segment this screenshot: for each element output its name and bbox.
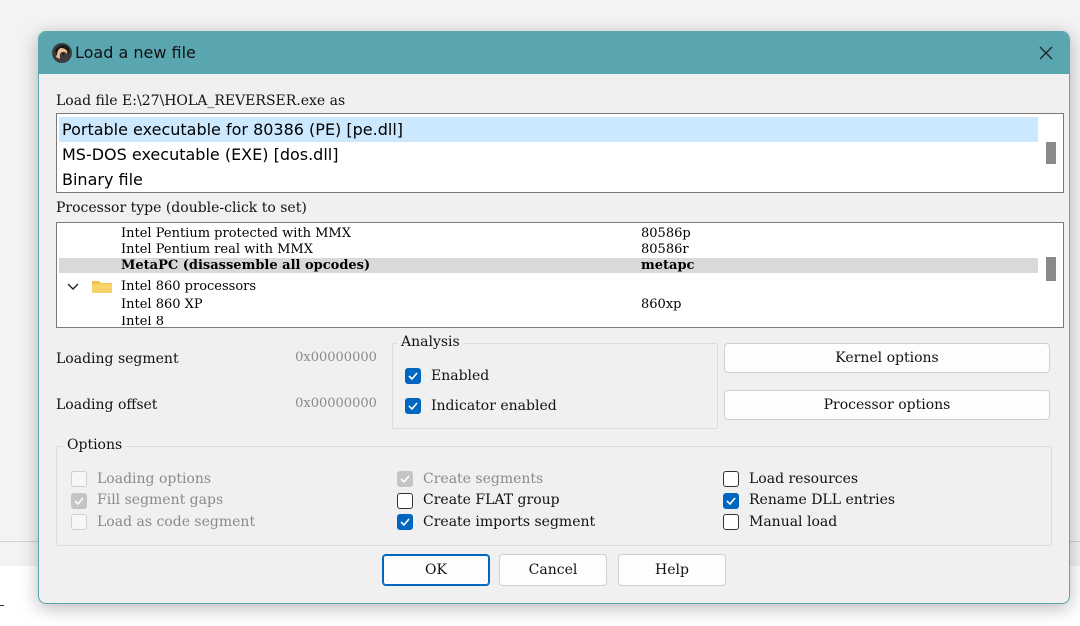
create-segments-label[interactable]: Create segments [423,471,543,487]
ida-icon [52,43,72,63]
check-icon [400,475,410,484]
check-icon [726,497,736,506]
check-icon [408,402,418,411]
check-icon [74,497,84,506]
load-as-code-segment-label[interactable]: Load as code segment [97,514,255,530]
close-button[interactable] [1023,32,1069,74]
manual-load-checkbox[interactable] [723,514,739,530]
chevron-down-icon[interactable] [67,282,79,292]
folder-icon [92,281,112,293]
processor-group-name: Intel 860 processors [121,279,257,294]
analysis-title: Analysis [397,334,464,350]
list-item[interactable]: Binary file [59,167,1038,192]
indicator-enabled-label[interactable]: Indicator enabled [431,398,557,414]
table-row[interactable]: Intel 860 processors [59,279,1038,294]
check-icon [408,372,418,381]
rename-dll-entries-label[interactable]: Rename DLL entries [749,492,895,508]
processor-code: metapc [641,258,695,273]
loading-options-checkbox[interactable] [71,471,87,487]
file-type-list[interactable]: Portable executable for 80386 (PE) [pe.d… [56,113,1064,193]
table-row-partial: Intel 8 [121,316,164,326]
analysis-group [392,343,718,429]
background-mark [0,605,4,606]
ok-button[interactable]: OK [382,554,490,586]
load-as-code-segment-checkbox[interactable] [71,514,87,530]
processor-code: 80586p [641,226,691,241]
scrollbar-thumb[interactable] [1046,257,1056,281]
loading-segment-field[interactable]: 0x00000000 [288,343,384,373]
enabled-label[interactable]: Enabled [431,368,489,384]
rename-dll-entries-checkbox[interactable] [723,493,739,509]
create-imports-segment-label[interactable]: Create imports segment [423,514,595,530]
load-file-label: Load file E:\27\HOLA_REVERSER.exe as [56,93,346,109]
processor-type-label: Processor type (double-click to set) [56,200,307,216]
processor-code: 80586r [641,242,689,257]
load-file-dialog: Load a new file Load file E:\27\HOLA_REV… [38,31,1070,604]
loading-options-label[interactable]: Loading options [97,471,211,487]
dialog-title: Load a new file [75,43,196,62]
processor-code: 860xp [641,297,682,312]
loading-segment-label: Loading segment [56,351,179,367]
fill-segment-gaps-checkbox[interactable] [71,493,87,509]
table-row[interactable]: MetaPC (disassemble all opcodes) metapc [59,258,1038,273]
fill-segment-gaps-label[interactable]: Fill segment gaps [97,492,223,508]
loading-offset-label: Loading offset [56,397,158,413]
manual-load-label[interactable]: Manual load [749,514,837,530]
processor-options-button[interactable]: Processor options [724,390,1050,420]
table-row[interactable]: Intel 860 XP 860xp [59,297,1038,312]
cancel-button[interactable]: Cancel [499,554,607,586]
table-row[interactable]: Intel Pentium real with MMX 80586r [59,242,1038,257]
processor-name: Intel 860 XP [121,297,203,312]
create-segments-checkbox[interactable] [397,471,413,487]
help-button[interactable]: Help [618,554,726,586]
titlebar[interactable]: Load a new file [39,32,1069,74]
scrollbar-thumb[interactable] [1046,142,1056,164]
create-flat-group-checkbox[interactable] [397,493,413,509]
processor-type-list[interactable]: Intel Pentium protected with MMX 80586p … [56,222,1064,328]
processor-name: MetaPC (disassemble all opcodes) [121,258,371,273]
load-resources-checkbox[interactable] [723,471,739,487]
table-row[interactable]: Intel Pentium protected with MMX 80586p [59,226,1038,241]
create-imports-segment-checkbox[interactable] [397,514,413,530]
kernel-options-button[interactable]: Kernel options [724,343,1050,373]
loading-offset-field[interactable]: 0x00000000 [288,389,384,419]
list-item[interactable]: Portable executable for 80386 (PE) [pe.d… [59,117,1038,142]
processor-scrollbar[interactable] [1040,223,1063,327]
enabled-checkbox[interactable] [405,368,421,384]
file-type-scrollbar[interactable] [1040,114,1063,192]
check-icon [400,518,410,527]
close-icon [1039,46,1053,60]
list-item[interactable]: MS-DOS executable (EXE) [dos.dll] [59,142,1038,167]
options-title: Options [63,437,127,453]
create-flat-group-label[interactable]: Create FLAT group [423,492,560,508]
load-resources-label[interactable]: Load resources [749,471,858,487]
indicator-enabled-checkbox[interactable] [405,398,421,414]
processor-name: Intel Pentium real with MMX [121,242,313,257]
processor-name: Intel Pentium protected with MMX [121,226,351,241]
